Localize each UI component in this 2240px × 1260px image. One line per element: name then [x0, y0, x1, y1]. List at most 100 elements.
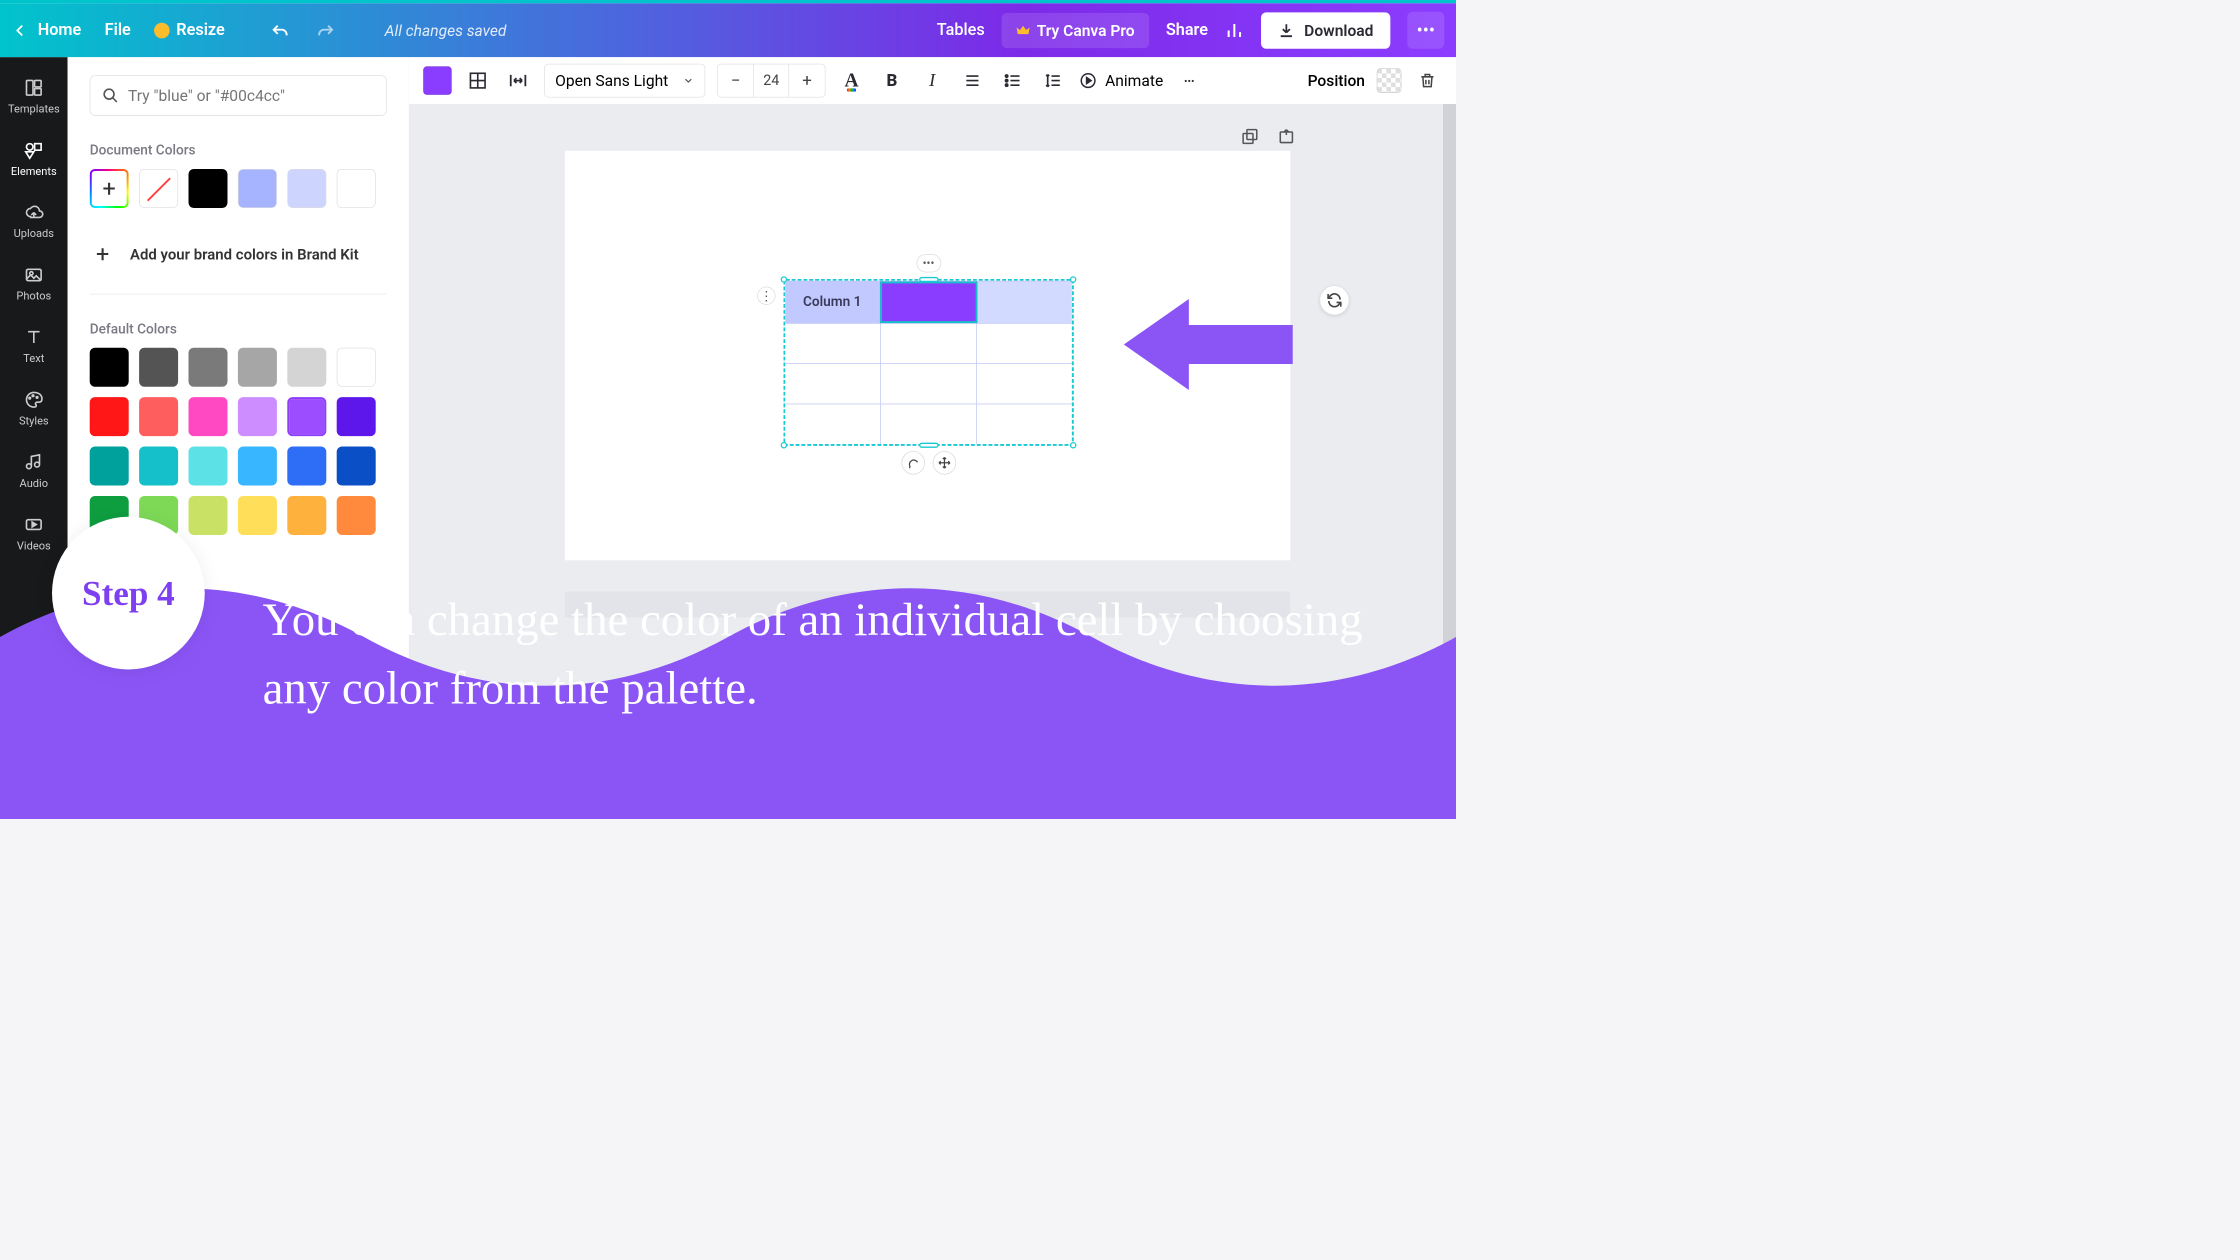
default-color-swatch[interactable]: [139, 348, 178, 387]
table-more-button[interactable]: •••: [916, 254, 941, 272]
try-pro-label: Try Canva Pro: [1037, 21, 1135, 39]
insights-button[interactable]: [1225, 20, 1245, 40]
expand-page-button[interactable]: [1277, 127, 1295, 145]
delete-button[interactable]: [1413, 66, 1442, 95]
file-menu[interactable]: File: [105, 21, 131, 40]
doc-color-swatch[interactable]: [238, 169, 277, 208]
table-header-cell[interactable]: [978, 281, 1072, 323]
home-button[interactable]: Home: [12, 21, 82, 40]
add-color-swatch[interactable]: +: [90, 169, 129, 208]
color-search-input[interactable]: [128, 86, 374, 104]
rotate-button[interactable]: [901, 451, 924, 474]
table-cell[interactable]: [977, 404, 1072, 444]
animate-button[interactable]: Animate: [1079, 72, 1163, 90]
default-color-swatch[interactable]: [287, 447, 326, 486]
fill-color-button[interactable]: [423, 66, 452, 95]
border-style-button[interactable]: [463, 66, 492, 95]
table-grid[interactable]: Column 1: [783, 279, 1074, 446]
tutorial-arrow: [1124, 299, 1293, 390]
share-button[interactable]: Share: [1166, 21, 1208, 40]
table-cell[interactable]: [785, 404, 881, 444]
table-row-menu-button[interactable]: ⋮: [757, 287, 775, 305]
resize-handle[interactable]: [919, 277, 939, 282]
default-color-swatch[interactable]: [287, 348, 326, 387]
font-size-increase[interactable]: +: [789, 64, 825, 97]
default-color-swatch[interactable]: [287, 496, 326, 535]
more-tools-button[interactable]: •••: [1175, 66, 1204, 95]
default-color-swatch[interactable]: [189, 496, 228, 535]
regenerate-button[interactable]: [1320, 285, 1350, 315]
doc-colors-swatches: +: [90, 169, 387, 208]
default-color-swatch[interactable]: [337, 397, 376, 436]
resize-handle[interactable]: [781, 442, 788, 449]
default-color-swatch[interactable]: [238, 496, 277, 535]
color-search[interactable]: [90, 75, 387, 115]
rail-audio[interactable]: Audio: [0, 439, 68, 501]
list-button[interactable]: [998, 66, 1027, 95]
rail-videos[interactable]: Videos: [0, 502, 68, 564]
default-color-swatch[interactable]: [90, 447, 129, 486]
resize-handle[interactable]: [1070, 276, 1077, 283]
font-size-value[interactable]: 24: [753, 64, 789, 97]
table-cell[interactable]: [881, 364, 977, 404]
default-color-swatch[interactable]: [90, 397, 129, 436]
download-button[interactable]: Download: [1261, 12, 1390, 48]
rail-elements[interactable]: Elements: [0, 127, 68, 189]
default-color-swatch[interactable]: [139, 397, 178, 436]
resize-handle[interactable]: [1070, 442, 1077, 449]
table-cell[interactable]: [785, 324, 881, 364]
rail-uploads[interactable]: Uploads: [0, 190, 68, 252]
font-size-decrease[interactable]: −: [718, 64, 754, 97]
default-color-swatch[interactable]: [337, 496, 376, 535]
undo-button[interactable]: [270, 22, 290, 39]
table-header-cell[interactable]: Column 1: [785, 281, 880, 323]
position-button[interactable]: Position: [1308, 72, 1365, 90]
italic-button[interactable]: I: [918, 66, 947, 95]
default-color-swatch[interactable]: [238, 397, 277, 436]
try-pro-button[interactable]: Try Canva Pro: [1002, 13, 1149, 48]
doc-color-swatch[interactable]: [337, 169, 376, 208]
default-color-swatch[interactable]: [189, 397, 228, 436]
default-color-swatch[interactable]: [337, 447, 376, 486]
undo-redo-group: [270, 22, 335, 39]
table-cell[interactable]: [881, 404, 977, 444]
doc-color-swatch[interactable]: [287, 169, 326, 208]
default-color-swatch[interactable]: [238, 447, 277, 486]
default-color-swatch[interactable]: [189, 348, 228, 387]
default-color-swatch[interactable]: [238, 348, 277, 387]
move-button[interactable]: [932, 451, 955, 474]
doc-title[interactable]: Tables: [937, 21, 985, 40]
default-color-swatch[interactable]: [139, 447, 178, 486]
templates-icon: [23, 77, 45, 99]
rail-text[interactable]: Text: [0, 315, 68, 377]
align-button[interactable]: [958, 66, 987, 95]
no-color-swatch[interactable]: [139, 169, 178, 208]
default-color-swatch[interactable]: [337, 348, 376, 387]
table-cell[interactable]: [977, 324, 1072, 364]
duplicate-page-button[interactable]: [1241, 127, 1259, 145]
table-header-cell-selected[interactable]: [880, 281, 978, 323]
font-selector[interactable]: Open Sans Light: [544, 64, 705, 98]
doc-color-swatch[interactable]: [189, 169, 228, 208]
resize-button[interactable]: Resize: [154, 21, 225, 40]
default-color-swatch[interactable]: [189, 447, 228, 486]
table-element[interactable]: ••• ⋮ Column 1: [783, 279, 1074, 446]
table-cell[interactable]: [881, 324, 977, 364]
line-spacing-button[interactable]: [1039, 66, 1068, 95]
text-color-button[interactable]: A: [837, 66, 866, 95]
default-color-swatch[interactable]: [287, 397, 326, 436]
table-cell[interactable]: [785, 364, 881, 404]
spacing-button[interactable]: [504, 66, 533, 95]
resize-handle[interactable]: [919, 443, 939, 448]
transparency-button[interactable]: [1377, 68, 1402, 93]
more-menu-button[interactable]: •••: [1407, 12, 1444, 49]
table-cell[interactable]: [977, 364, 1072, 404]
resize-handle[interactable]: [781, 276, 788, 283]
brand-kit-button[interactable]: + Add your brand colors in Brand Kit: [90, 234, 387, 274]
bold-button[interactable]: B: [878, 66, 907, 95]
rail-templates[interactable]: Templates: [0, 65, 68, 127]
redo-button[interactable]: [316, 22, 336, 39]
rail-styles[interactable]: Styles: [0, 377, 68, 439]
rail-photos[interactable]: Photos: [0, 252, 68, 314]
default-color-swatch[interactable]: [90, 348, 129, 387]
